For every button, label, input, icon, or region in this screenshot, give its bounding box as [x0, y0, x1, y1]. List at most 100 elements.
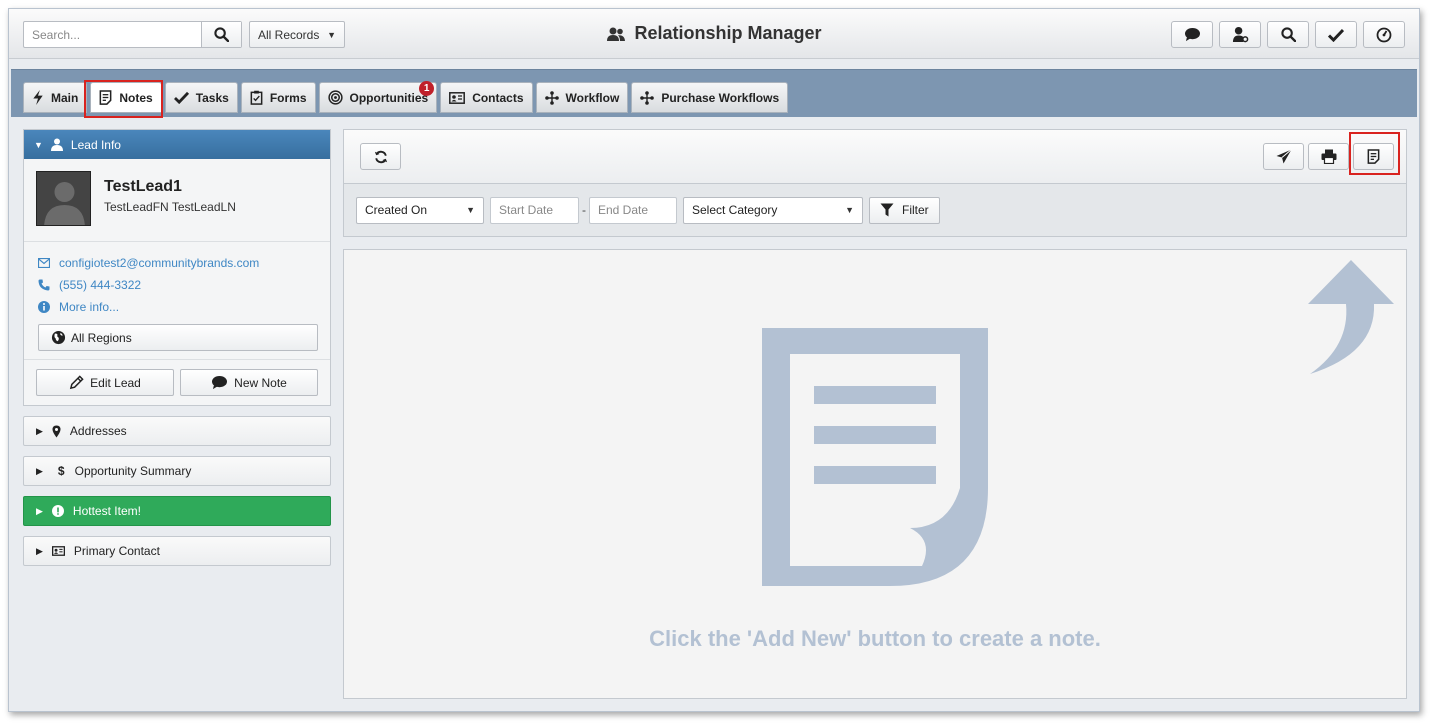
tab-forms[interactable]: Forms	[240, 82, 316, 113]
phone-row: (555) 444-3322	[38, 274, 318, 296]
refresh-button[interactable]	[360, 143, 401, 170]
tab-workflow-label: Workflow	[565, 90, 620, 105]
addresses-accordion[interactable]: ▶ Addresses	[23, 416, 331, 446]
envelope-icon	[38, 258, 50, 268]
sort-field-select[interactable]: Created On ▼	[356, 196, 484, 224]
curved-arrow-icon	[1308, 260, 1394, 374]
expand-icon: ▶	[36, 425, 43, 436]
new-note-label: New Note	[234, 375, 287, 390]
filter-label: Filter	[902, 203, 929, 217]
tab-opportunities[interactable]: Opportunities 1	[318, 81, 438, 113]
primary-contact-label: Primary Contact	[73, 544, 160, 558]
info-icon	[38, 301, 50, 313]
tab-main[interactable]: Main	[23, 82, 88, 113]
sort-field-value: Created On	[365, 203, 428, 217]
expand-icon: ▶	[36, 545, 43, 556]
hottest-item-accordion[interactable]: ▶ Hottest Item!	[23, 496, 331, 526]
user-settings-button[interactable]	[1219, 21, 1261, 48]
notes-empty-state: Click the 'Add New' button to create a n…	[343, 249, 1407, 699]
user-settings-icon	[1232, 26, 1248, 43]
globe-icon	[51, 330, 66, 345]
notes-actions	[1263, 143, 1394, 170]
map-pin-icon	[52, 425, 61, 437]
top-bar: All Records ▼ Relationship Manager	[9, 9, 1419, 59]
filter-button[interactable]: Filter	[869, 196, 940, 224]
target-icon	[327, 90, 343, 105]
lead-profile: TestLead1 TestLeadFN TestLeadLN	[24, 159, 330, 242]
workflow-icon	[640, 90, 655, 105]
hottest-item-label: Hottest Item!	[72, 504, 141, 518]
app-window: All Records ▼ Relationship Manager	[8, 8, 1420, 712]
lead-info-panel: ▼ Lead Info TestLead1 TestLeadFN TestLea…	[23, 129, 331, 406]
tab-workflow[interactable]: Workflow	[535, 82, 629, 113]
dashboard-icon	[1376, 27, 1392, 42]
id-card-icon	[449, 91, 466, 104]
category-value: Select Category	[692, 203, 778, 217]
chevron-down-icon: ▼	[466, 205, 475, 215]
tab-opportunities-label: Opportunities	[349, 90, 429, 105]
dashboard-button[interactable]	[1363, 21, 1405, 48]
tab-notes-label: Notes	[119, 90, 153, 105]
email-row: configiotest2@communitybrands.com	[38, 252, 318, 274]
tasks-check-button[interactable]	[1315, 21, 1357, 48]
edit-lead-button[interactable]: Edit Lead	[36, 369, 174, 396]
pencil-icon	[69, 375, 84, 390]
opportunities-count-badge: 1	[419, 81, 435, 96]
phone-icon	[38, 279, 50, 291]
tab-tasks[interactable]: Tasks	[164, 82, 238, 113]
more-info-link[interactable]: More info...	[59, 300, 119, 314]
tab-main-label: Main	[51, 90, 79, 105]
funnel-icon	[880, 203, 894, 217]
id-card-icon	[51, 546, 65, 556]
notes-toolbar	[343, 129, 1407, 183]
clipboard-icon	[250, 90, 263, 105]
note-icon	[1367, 149, 1380, 164]
user-icon	[50, 138, 63, 151]
more-info-row: More info...	[38, 296, 318, 318]
start-date-input[interactable]: Start Date	[490, 196, 579, 224]
lead-contact-details: configiotest2@communitybrands.com (555) …	[24, 242, 330, 360]
header-actions	[1171, 21, 1405, 48]
lead-sidebar: ▼ Lead Info TestLead1 TestLeadFN TestLea…	[23, 129, 331, 566]
chat-button[interactable]	[1171, 21, 1213, 48]
category-select[interactable]: Select Category ▼	[683, 196, 863, 224]
dollar-icon: $	[57, 464, 65, 478]
tab-list: Main Notes Tasks Forms Opportunities 1 C…	[23, 81, 789, 113]
lead-info-header[interactable]: ▼ Lead Info	[24, 130, 330, 159]
global-search-button[interactable]	[1267, 21, 1309, 48]
search-icon	[1280, 27, 1296, 42]
collapse-icon: ▼	[34, 139, 43, 150]
add-new-note-button[interactable]	[1353, 143, 1394, 170]
tab-purchase-workflows[interactable]: Purchase Workflows	[631, 82, 789, 113]
end-date-input[interactable]: End Date	[589, 196, 677, 224]
lead-name: TestLead1	[104, 178, 182, 195]
document-placeholder-icon	[762, 328, 988, 586]
tab-notes[interactable]: Notes	[90, 82, 162, 113]
expand-icon: ▶	[36, 505, 43, 516]
avatar-silhouette-icon	[37, 172, 90, 225]
primary-contact-accordion[interactable]: ▶ Primary Contact	[23, 536, 331, 566]
tab-contacts[interactable]: Contacts	[440, 82, 533, 113]
lead-info-title: Lead Info	[70, 137, 121, 152]
all-regions-button[interactable]: All Regions	[38, 324, 318, 351]
tab-forms-label: Forms	[269, 90, 307, 105]
refresh-icon	[374, 150, 387, 163]
expand-icon: ▶	[36, 465, 43, 476]
check-icon	[173, 91, 189, 104]
print-button[interactable]	[1308, 143, 1349, 170]
opportunity-summary-accordion[interactable]: ▶ $ Opportunity Summary	[23, 456, 331, 486]
edit-lead-label: Edit Lead	[90, 375, 141, 390]
date-range-separator: -	[582, 203, 586, 217]
check-icon	[1328, 28, 1344, 42]
users-icon	[607, 27, 626, 41]
all-regions-label: All Regions	[71, 330, 132, 345]
notes-panel: Created On ▼ Start Date - End Date Selec…	[343, 129, 1407, 699]
send-button[interactable]	[1263, 143, 1304, 170]
note-icon	[99, 90, 112, 105]
phone-link[interactable]: (555) 444-3322	[59, 278, 141, 292]
new-note-button[interactable]: New Note	[180, 369, 318, 396]
avatar	[36, 171, 91, 226]
tab-purchase-workflows-label: Purchase Workflows	[661, 90, 780, 105]
tab-tasks-label: Tasks	[195, 90, 229, 105]
email-link[interactable]: configiotest2@communitybrands.com	[59, 256, 259, 270]
